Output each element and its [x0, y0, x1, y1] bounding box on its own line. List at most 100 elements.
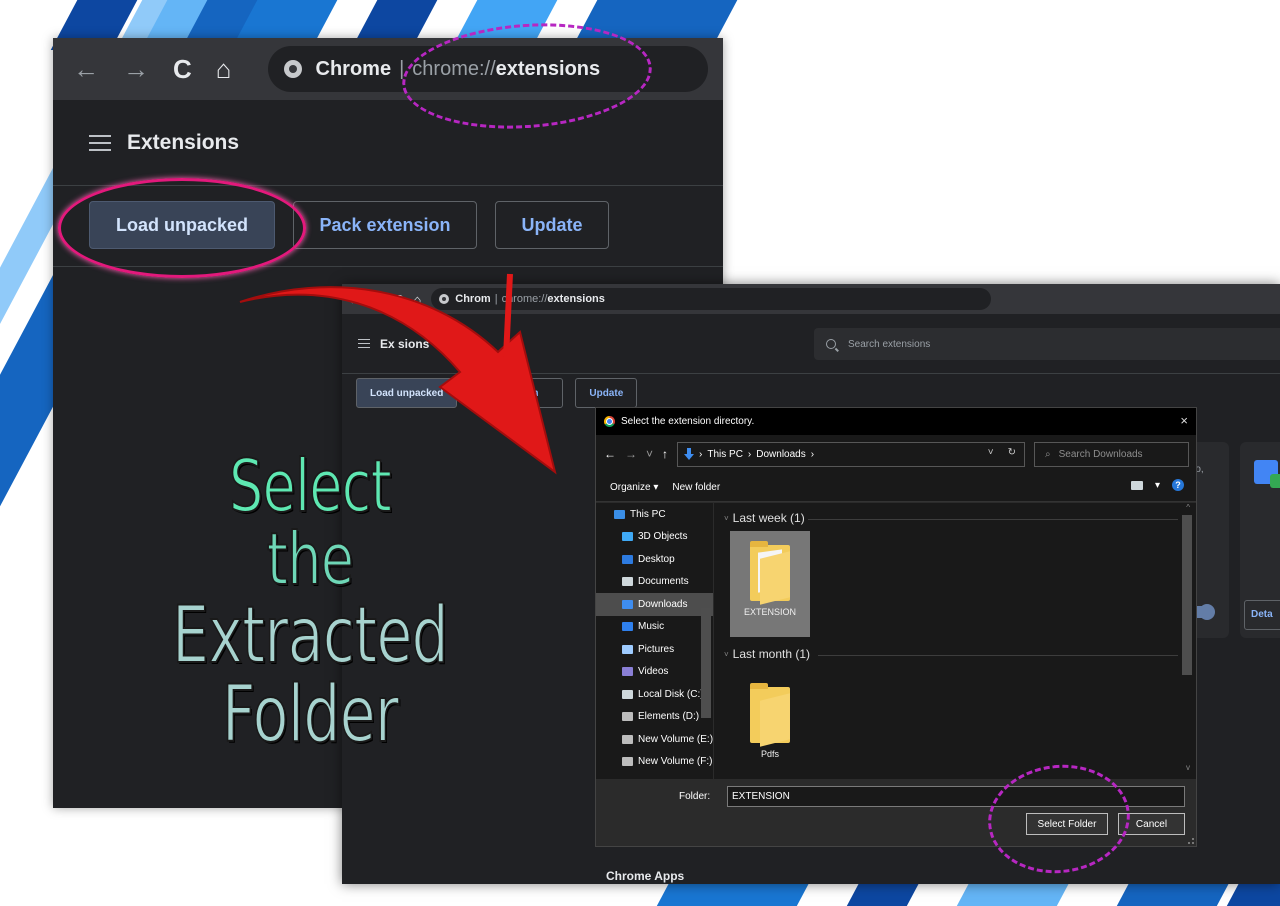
scrollbar[interactable] — [701, 608, 711, 718]
load-unpacked-button[interactable]: Load unpacked — [89, 201, 275, 249]
up-icon[interactable]: ↑ — [662, 447, 668, 461]
chrome-site-icon — [439, 294, 450, 304]
command-bar: Organize ▾ New folder ▾ ? — [596, 473, 1196, 502]
url-path: extensions — [495, 57, 601, 80]
folder-name: EXTENSION — [743, 607, 796, 617]
details-button[interactable]: Deta — [1244, 600, 1280, 630]
group-heading[interactable]: ˅ Last month (1) — [724, 647, 810, 661]
scroll-down-icon[interactable]: v — [1186, 763, 1190, 772]
select-folder-button[interactable]: Select Folder — [1026, 813, 1108, 835]
pack-extension-button[interactable]: Pack extension — [293, 201, 477, 249]
collapse-chevron-icon: ˅ — [724, 649, 729, 659]
path-separator: › — [810, 448, 815, 460]
collapse-chevron-icon: ˅ — [724, 513, 729, 523]
tree-item-label: Local Disk (C:) — [638, 688, 704, 700]
tree-item-icon — [622, 622, 633, 632]
new-folder-button[interactable]: New folder — [672, 482, 720, 493]
breadcrumb-this-pc[interactable]: This PC — [707, 449, 743, 460]
tree-item-label: Documents — [638, 576, 689, 588]
chrome-apps-heading: Chrome Apps — [606, 869, 685, 883]
caption-line: Select — [228, 444, 392, 528]
reload-icon[interactable]: C — [173, 54, 192, 85]
dialog-navigation: ← → ˅ ↑ › This PC › Downloads › ˅ ↻ ⌕ Se… — [596, 435, 1196, 473]
extensions-header: Ex sions Search extensions — [342, 314, 1280, 374]
close-icon[interactable]: × — [1180, 413, 1188, 428]
resize-grip-icon[interactable] — [1188, 838, 1194, 844]
update-button[interactable]: Update — [495, 201, 609, 249]
search-placeholder: Search extensions — [848, 338, 931, 350]
back-icon[interactable]: ← — [348, 292, 361, 307]
load-unpacked-button[interactable]: Load unpacked — [356, 378, 458, 408]
file-list: ˅ Last week (1) EXTENSION ˅ Last month (… — [718, 503, 1196, 779]
tree-item-icon — [622, 577, 633, 587]
help-icon[interactable]: ? — [1172, 479, 1184, 491]
path-separator: › — [699, 448, 703, 460]
back-icon[interactable]: ← — [73, 54, 99, 85]
cancel-button[interactable]: Cancel — [1118, 813, 1185, 835]
folder-name: Pdfs — [760, 749, 779, 759]
address-path[interactable]: › This PC › Downloads › ˅ ↻ — [677, 441, 1026, 467]
url-path: extensions — [547, 293, 605, 305]
pack-extension-button[interactable]: k exte ion — [469, 378, 564, 408]
address-bar[interactable]: Chrome | chrome://extensions — [267, 46, 708, 92]
dialog-footer: Folder: EXTENSION Select Folder Cancel — [596, 779, 1196, 846]
search-extensions-field[interactable]: Search extensions — [814, 328, 1280, 360]
tree-item-icon — [622, 667, 633, 677]
tree-item-icon — [622, 554, 633, 564]
chrome-site-icon — [283, 60, 302, 78]
tree-item-label: Videos — [638, 666, 669, 678]
home-icon[interactable]: ⌂ — [413, 292, 421, 307]
separator: | — [494, 293, 498, 305]
tree-item-icon — [622, 599, 633, 609]
chrome-logo-icon — [604, 416, 615, 427]
refresh-icon[interactable]: ↻ — [1008, 447, 1016, 458]
caption-line: the — [266, 517, 355, 602]
scroll-up-icon[interactable]: ^ — [1186, 503, 1190, 512]
forward-icon[interactable]: → — [371, 292, 384, 307]
extensions-header: Extensions — [53, 100, 723, 186]
reload-icon[interactable]: C — [394, 292, 403, 307]
search-placeholder: Search Downloads — [1058, 448, 1143, 460]
page-title: Extensions — [127, 130, 240, 154]
caption-line: Extracted Folder — [171, 590, 449, 761]
extension-icon — [1254, 460, 1280, 488]
folder-input[interactable]: EXTENSION — [727, 786, 1185, 807]
tree-item-icon — [622, 712, 633, 722]
breadcrumb-downloads[interactable]: Downloads — [756, 449, 805, 460]
search-icon: ⌕ — [1045, 448, 1051, 460]
recent-locations-icon[interactable]: ˅ — [646, 447, 653, 461]
address-bar[interactable]: Chrom | chrome://extensions — [431, 288, 992, 310]
tree-item-icon — [622, 644, 633, 654]
view-mode-icon[interactable] — [1130, 480, 1143, 490]
extensions-toolbar: Load unpacked Pack extension Update — [89, 201, 609, 249]
view-tools: ▾ ? — [1130, 479, 1184, 491]
tree-item-label: New Volume (F:) — [638, 756, 713, 768]
dialog-body: This PC 3D Objects Desktop Documents Downloa… — [596, 503, 1196, 779]
tutorial-caption: Select the Extracted Folder — [0, 444, 620, 761]
group-divider — [808, 519, 1178, 520]
browser-toolbar: ← → C ⌂ Chrome | chrome://extensions — [53, 38, 723, 100]
view-dropdown-icon[interactable]: ▾ — [1155, 480, 1160, 491]
hamburger-menu-icon[interactable] — [358, 338, 370, 349]
scrollbar[interactable] — [1182, 515, 1192, 675]
hamburger-menu-icon[interactable] — [89, 134, 111, 151]
tree-item-label: 3D Objects — [638, 531, 688, 543]
tree-item-icon — [622, 734, 633, 744]
tree-item-icon — [622, 757, 633, 767]
update-button[interactable]: Update — [575, 378, 638, 408]
home-icon[interactable]: ⌂ — [216, 54, 232, 85]
tree-item-label: Downloads — [638, 598, 688, 610]
search-downloads-field[interactable]: ⌕ Search Downloads — [1034, 441, 1190, 467]
group-heading[interactable]: ˅ Last week (1) — [724, 511, 805, 525]
tree-item-label: Music — [638, 621, 665, 633]
path-dropdown-icon[interactable]: ˅ — [988, 447, 994, 458]
site-label: Chrome — [315, 57, 392, 80]
folder-item-extension[interactable]: EXTENSION — [730, 531, 810, 637]
tree-item-icon — [622, 689, 633, 699]
forward-icon[interactable]: → — [123, 54, 149, 85]
search-icon — [826, 339, 836, 349]
forward-icon[interactable]: → — [625, 447, 637, 461]
folder-item-pdfs[interactable]: Pdfs — [730, 673, 810, 773]
folder-icon — [750, 683, 790, 747]
tree-item-label: This PC — [630, 508, 666, 520]
